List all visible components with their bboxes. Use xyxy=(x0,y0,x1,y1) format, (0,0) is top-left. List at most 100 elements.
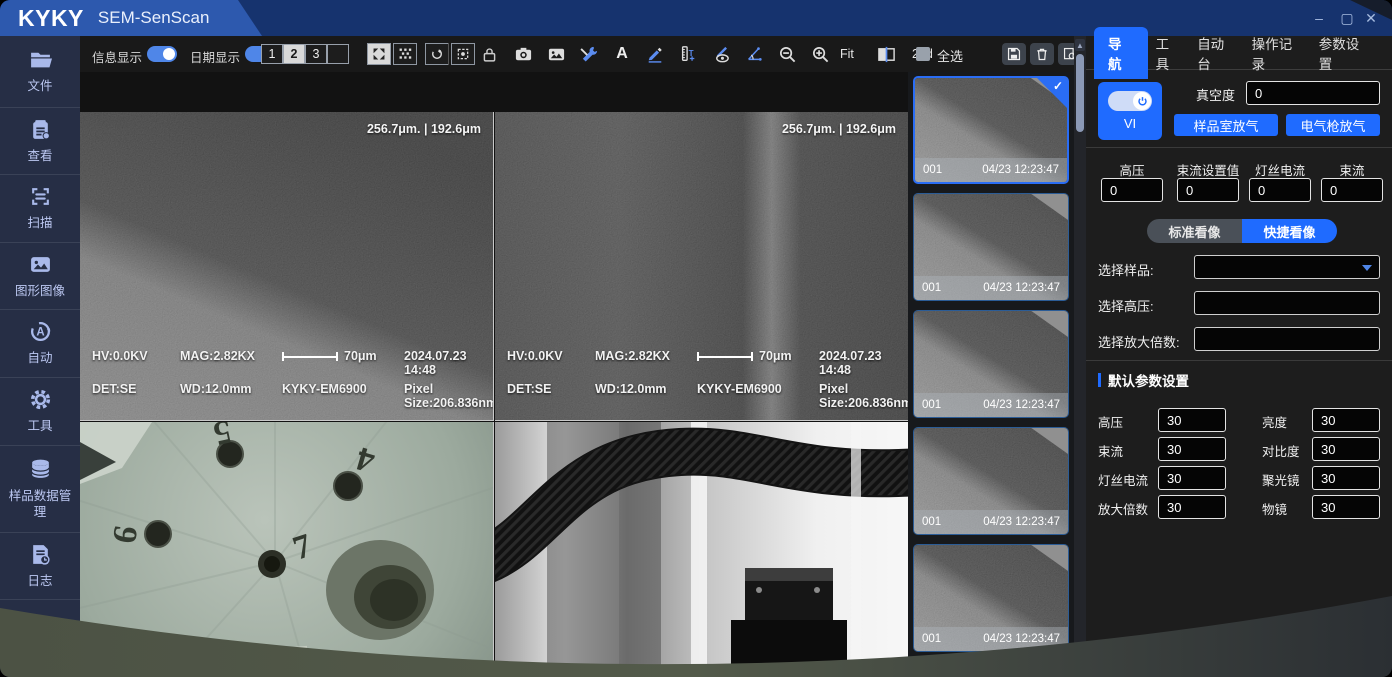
text-annotation-button[interactable]: A xyxy=(611,41,633,67)
trash-icon xyxy=(1035,47,1049,61)
dither-view-button[interactable] xyxy=(393,43,417,65)
split-view-button[interactable] xyxy=(875,41,897,67)
thumbnail[interactable]: 00104/23 12:23:47 xyxy=(913,310,1069,418)
sidebar-item-files[interactable]: 文件 xyxy=(0,36,80,108)
thumbnail[interactable]: 00104/23 12:23:47 xyxy=(913,544,1069,652)
date-display-label: 日期显示 xyxy=(190,47,240,66)
stage-camera-image: 5 4 7 9 xyxy=(80,422,493,677)
sidebar-item-tools[interactable]: 工具 xyxy=(0,378,80,446)
titlebar-brand: KYKY SEM-SenScan xyxy=(0,0,262,36)
vent-chamber-button[interactable]: 样品室放气 xyxy=(1174,114,1278,136)
chamber-camera-viewport[interactable] xyxy=(495,422,908,677)
tab-auto-stage[interactable]: 自动台 xyxy=(1189,27,1243,79)
measure-button[interactable]: T xyxy=(677,41,699,67)
default-hv-input[interactable] xyxy=(1158,408,1226,432)
sidebar-item-graphics[interactable]: 图形图像 xyxy=(0,243,80,310)
stage-camera-viewport[interactable]: 5 4 7 9 xyxy=(80,422,494,677)
vacuum-input[interactable] xyxy=(1246,81,1380,105)
beam-readout-input[interactable] xyxy=(1321,178,1383,202)
select-all-checkbox[interactable] xyxy=(916,47,930,61)
image-tools-button[interactable] xyxy=(578,41,600,67)
sidebar-item-sample-data[interactable]: 样品数据管理 xyxy=(0,446,80,533)
display-mode-group xyxy=(367,43,417,65)
default-condenser-input[interactable] xyxy=(1312,466,1380,490)
thumbnail-id: 001 xyxy=(922,399,941,411)
zoom-in-button[interactable] xyxy=(809,41,831,67)
vi-toggle[interactable] xyxy=(1108,91,1152,111)
thumbnail-timestamp: 04/23 12:23:47 xyxy=(983,516,1060,528)
tab-tools[interactable]: 工具 xyxy=(1148,27,1190,79)
standard-imaging-button[interactable]: 标准看像 xyxy=(1147,219,1242,243)
tab-navigation[interactable]: 导航 xyxy=(1094,27,1148,79)
capture-button[interactable] xyxy=(512,41,534,67)
default-magnification-label: 放大倍数 xyxy=(1098,499,1148,518)
select-sample-label: 选择样品: xyxy=(1098,260,1154,279)
quick-imaging-button[interactable]: 快捷看像 xyxy=(1242,219,1337,243)
sidebar-item-auto[interactable]: A 自动 xyxy=(0,310,80,378)
thumbnail-info: 00104/23 12:23:47 xyxy=(914,393,1068,417)
hv-readout-label: 高压 xyxy=(1092,160,1172,179)
view-button-1[interactable]: 1 xyxy=(261,44,283,64)
tab-operation-log[interactable]: 操作记录 xyxy=(1244,27,1311,79)
default-hv-label: 高压 xyxy=(1098,412,1123,431)
thumbnail-info: 00104/23 12:23:47 xyxy=(914,510,1068,534)
rotate-scan-button[interactable] xyxy=(451,43,475,65)
select-magnification-input[interactable] xyxy=(1194,327,1380,351)
default-beam-input[interactable] xyxy=(1158,437,1226,461)
tab-parameter-settings[interactable]: 参数设置 xyxy=(1311,27,1378,79)
sidebar-item-partial[interactable] xyxy=(0,600,80,677)
sidebar: 文件 查看 扫描 图形图像 A 自动 工具 样品数据管理 日志 xyxy=(0,36,80,677)
angle-measure-button[interactable] xyxy=(743,41,765,67)
view-icon xyxy=(29,118,52,141)
vi-label: VI xyxy=(1124,116,1136,131)
app-title: SEM-SenScan xyxy=(98,8,210,28)
scrollbar-thumb[interactable] xyxy=(1076,54,1084,132)
svg-text:A: A xyxy=(36,327,44,339)
beam-readout-label: 束流 xyxy=(1312,160,1392,179)
thumbnail[interactable]: ✓00104/23 12:23:47 xyxy=(913,76,1069,184)
info-display-toggle[interactable] xyxy=(147,46,177,62)
refresh-scan-button[interactable] xyxy=(425,43,449,65)
sidebar-item-view[interactable]: 查看 xyxy=(0,108,80,175)
view-button-blank[interactable] xyxy=(327,44,349,64)
section-accent-bar xyxy=(1098,373,1101,387)
hv-readout-input[interactable] xyxy=(1101,178,1163,202)
thumbnail[interactable]: 00104/23 12:23:47 xyxy=(913,427,1069,535)
delete-images-button[interactable] xyxy=(1030,43,1054,65)
sidebar-item-scan[interactable]: 扫描 xyxy=(0,175,80,243)
toolbar: 信息显示 日期显示 123 xyxy=(80,36,1074,72)
expand-view-button[interactable] xyxy=(367,43,391,65)
view-button-3[interactable]: 3 xyxy=(305,44,327,64)
lock-button[interactable] xyxy=(478,41,500,67)
split-view-icon xyxy=(877,45,896,64)
annotation-visibility-button[interactable] xyxy=(710,41,732,67)
fit-button[interactable]: Fit xyxy=(840,47,854,61)
view-button-2[interactable]: 2 xyxy=(283,44,305,64)
select-hv-input[interactable] xyxy=(1194,291,1380,315)
vent-gun-button[interactable]: 电气枪放气 xyxy=(1286,114,1380,136)
thumbnail-id: 001 xyxy=(923,164,942,176)
vacuum-label: 真空度 xyxy=(1196,85,1235,104)
default-brightness-input[interactable] xyxy=(1312,408,1380,432)
default-condenser-label: 聚光镜 xyxy=(1262,470,1300,489)
image-gallery-button[interactable] xyxy=(545,41,567,67)
default-beam-label: 束流 xyxy=(1098,441,1123,460)
default-objective-input[interactable] xyxy=(1312,495,1380,519)
panel-divider xyxy=(1086,360,1392,361)
default-contrast-input[interactable] xyxy=(1312,437,1380,461)
default-magnification-input[interactable] xyxy=(1158,495,1226,519)
beam-set-readout-input[interactable] xyxy=(1177,178,1239,202)
sem-viewport-2[interactable]: 256.7μm. | 192.6μm HV:0.0KVMAG:2.82KX 70… xyxy=(495,112,908,421)
default-filament-input[interactable] xyxy=(1158,466,1226,490)
filament-readout-input[interactable] xyxy=(1249,178,1311,202)
save-images-button[interactable] xyxy=(1002,43,1026,65)
sidebar-item-log[interactable]: 日志 xyxy=(0,533,80,600)
vi-power-card[interactable]: VI xyxy=(1098,82,1162,140)
thumbnail[interactable]: 00104/23 12:23:47 xyxy=(913,193,1069,301)
draw-annotation-button[interactable] xyxy=(644,41,666,67)
zoom-out-button[interactable] xyxy=(776,41,798,67)
scroll-up-button[interactable]: ▲ xyxy=(1075,39,1085,51)
select-sample-dropdown[interactable] xyxy=(1194,255,1380,279)
sem-viewport-1[interactable]: 256.7μm. | 192.6μm HV:0.0KVMAG:2.82KX 70… xyxy=(80,112,494,421)
gallery-scrollbar[interactable]: ▲ xyxy=(1074,36,1086,677)
